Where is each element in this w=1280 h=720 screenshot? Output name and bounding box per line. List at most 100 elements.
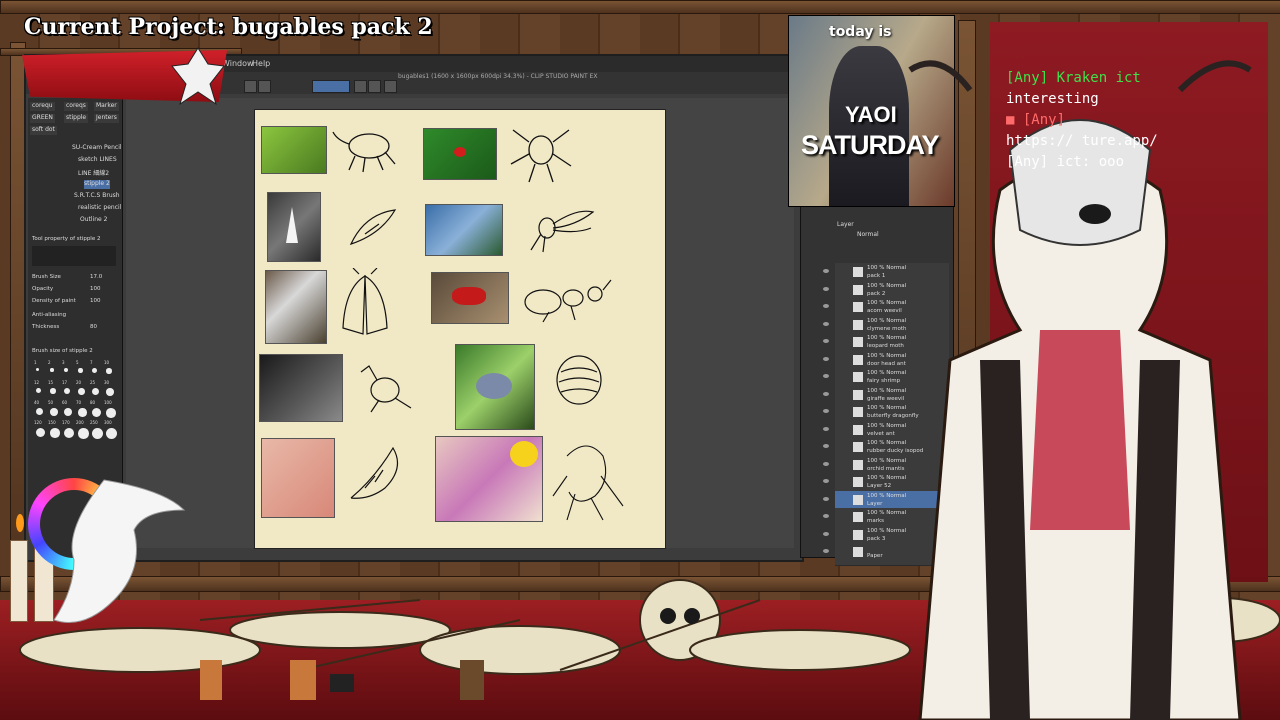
- brush-size-preset[interactable]: [106, 388, 114, 396]
- toolbar-btn[interactable]: [244, 80, 257, 93]
- duck-sticker: [510, 441, 538, 467]
- candle: [10, 540, 28, 622]
- toolbar-btn[interactable]: [258, 80, 271, 93]
- brush-item[interactable]: realistic pencil: [78, 204, 121, 213]
- tool-tab[interactable]: Jenters: [94, 114, 119, 123]
- toolbar-btn[interactable]: [354, 80, 367, 93]
- drawing-canvas[interactable]: [254, 109, 666, 549]
- layer-tab[interactable]: Layer: [837, 221, 854, 228]
- toolbar-btn-group[interactable]: [312, 80, 350, 93]
- eye-icon[interactable]: [823, 514, 829, 518]
- toolbar-btn[interactable]: [368, 80, 381, 93]
- layer-thumbnail: [853, 319, 863, 330]
- tool-tab[interactable]: GREEN: [30, 114, 55, 123]
- menu-help[interactable]: Help: [252, 59, 270, 68]
- opacity-value[interactable]: 100: [90, 286, 101, 292]
- brush-size-preset-label: 100: [104, 400, 112, 405]
- brush-size-preset[interactable]: [92, 368, 97, 373]
- eye-icon[interactable]: [823, 374, 829, 378]
- brush-size-preset-label: 300: [104, 420, 112, 425]
- brush-size-preset[interactable]: [50, 368, 54, 372]
- brush-item-selected[interactable]: stipple 2: [84, 180, 110, 189]
- brush-item[interactable]: S.R.T.C.S Brush: [74, 192, 120, 201]
- brush-size-preset-label: 70: [76, 400, 82, 405]
- layer-thumbnail: [853, 372, 863, 382]
- eye-icon[interactable]: [823, 496, 829, 501]
- brush-size-preset-label: 1: [34, 360, 37, 365]
- brush-item[interactable]: Outline 2: [80, 216, 107, 225]
- thickness-label: Thickness: [32, 324, 60, 330]
- brush-size-preset-label: 25: [90, 380, 96, 385]
- reference-photo-giraffe-weevil: [259, 354, 343, 422]
- toolbar-btn[interactable]: [384, 80, 397, 93]
- eye-icon[interactable]: [823, 339, 829, 343]
- eye-icon[interactable]: [823, 391, 829, 396]
- density-value[interactable]: 100: [90, 298, 101, 304]
- stream-title: Current Project: bugables pack 2: [24, 14, 433, 40]
- brush-size-preset-label: 10: [104, 360, 110, 365]
- brush-size-preset[interactable]: [106, 368, 112, 374]
- brush-size-preset[interactable]: [92, 388, 99, 395]
- brush-size-preset[interactable]: [36, 428, 45, 437]
- reference-photo-fairy-shrimp: [261, 438, 335, 518]
- eye-icon[interactable]: [823, 304, 829, 308]
- thickness-value[interactable]: 80: [90, 324, 97, 330]
- eye-icon[interactable]: [823, 321, 829, 326]
- tool-tab[interactable]: coreqs: [64, 102, 88, 111]
- brush-size-preset[interactable]: [50, 388, 56, 394]
- brush-size-preset[interactable]: [36, 408, 43, 415]
- brush-size-preset[interactable]: [78, 388, 85, 395]
- brush-size-preset[interactable]: [92, 408, 101, 417]
- brush-size-preset[interactable]: [78, 428, 89, 439]
- brush-item[interactable]: sketch LINES: [78, 156, 117, 165]
- tool-tab[interactable]: soft dot: [30, 126, 57, 135]
- brush-size-preset[interactable]: [92, 428, 103, 439]
- eye-icon[interactable]: [823, 409, 829, 413]
- eye-icon[interactable]: [823, 461, 829, 466]
- eye-icon[interactable]: [823, 444, 829, 448]
- eye-icon[interactable]: [823, 549, 829, 553]
- layer-thumbnail: [853, 494, 863, 505]
- reference-photo-leopard-moth: [265, 270, 327, 344]
- layer-thumbnail: [853, 354, 863, 365]
- brush-size-preset[interactable]: [50, 408, 58, 416]
- brush-size-preset[interactable]: [78, 368, 83, 373]
- brush-size-preset[interactable]: [36, 368, 39, 371]
- brush-item[interactable]: SU-Cream Pencil: [72, 144, 122, 153]
- tool-tab[interactable]: corequ: [30, 102, 55, 111]
- brush-item[interactable]: LINE 細線2: [78, 168, 109, 177]
- eye-icon[interactable]: [823, 286, 829, 291]
- brush-size-preset[interactable]: [64, 408, 72, 416]
- eye-icon[interactable]: [823, 269, 829, 273]
- tool-property-title: Tool property of stipple 2: [32, 236, 101, 242]
- layer-thumbnail: [853, 302, 863, 312]
- brush-size-preset-label: 5: [76, 360, 79, 365]
- brush-size-preset[interactable]: [36, 388, 41, 393]
- brush-size-preset-label: 250: [90, 420, 98, 425]
- tool-tab[interactable]: stipple: [64, 114, 89, 123]
- chat-message: [Any] ict: ooo: [1006, 154, 1125, 170]
- brush-size-preset-label: 15: [48, 380, 54, 385]
- reference-photo-dragonfly: [425, 204, 503, 256]
- brush-size-preset[interactable]: [50, 428, 60, 438]
- brush-size-label: Brush Size: [32, 274, 61, 280]
- reference-photo-orchid-mantis: [435, 436, 543, 522]
- eye-icon[interactable]: [823, 426, 829, 431]
- tool-tab[interactable]: Marker: [94, 102, 119, 111]
- brush-size-value[interactable]: 17.0: [90, 274, 102, 280]
- layer-thumbnail: [853, 424, 863, 435]
- eye-icon[interactable]: [823, 531, 829, 536]
- canvas-area: [126, 98, 794, 549]
- brush-size-preset[interactable]: [78, 408, 87, 417]
- brush-size-preset[interactable]: [64, 388, 70, 394]
- brush-size-preset[interactable]: [106, 428, 117, 439]
- candle-flame: [16, 514, 24, 532]
- brush-size-preset[interactable]: [106, 408, 116, 418]
- eye-icon[interactable]: [823, 356, 829, 361]
- brush-size-preset[interactable]: [64, 368, 68, 372]
- eye-icon[interactable]: [823, 479, 829, 483]
- brush-size-preset-label: 120: [34, 420, 42, 425]
- layer-thumbnail: [853, 442, 863, 452]
- blend-mode-select[interactable]: Normal: [857, 231, 879, 238]
- brush-size-preset[interactable]: [64, 428, 74, 438]
